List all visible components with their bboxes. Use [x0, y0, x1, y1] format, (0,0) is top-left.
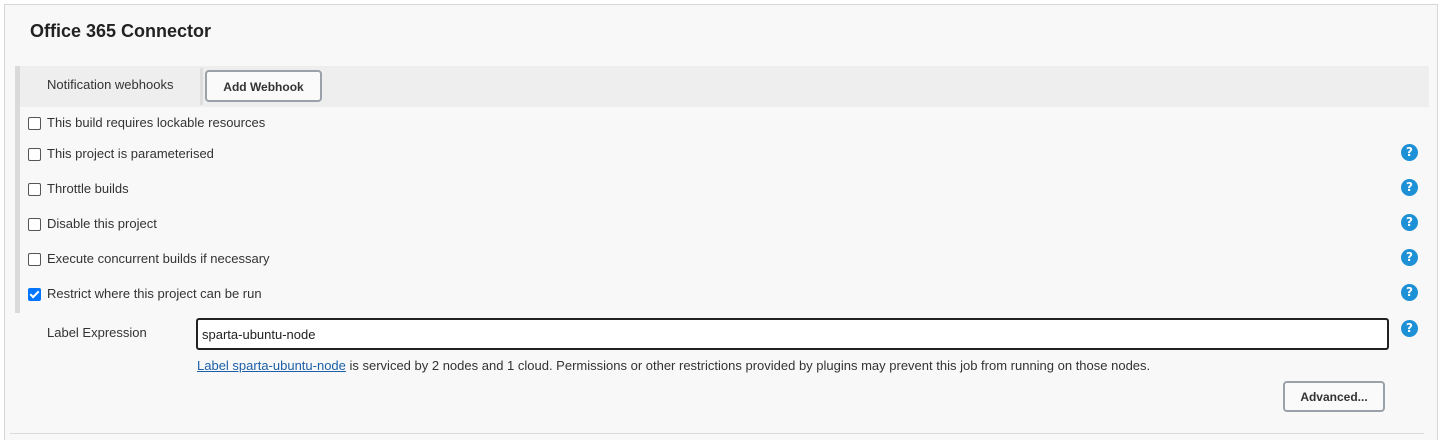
bar-separator: [200, 68, 203, 105]
notification-webhooks-bar: Notification webhooks Add Webhook: [15, 66, 1429, 107]
disable-project-checkbox[interactable]: [28, 218, 41, 231]
help-icon[interactable]: ?: [1401, 320, 1418, 337]
restrict-where-run-checkbox[interactable]: [28, 288, 41, 301]
section-title: Office 365 Connector: [30, 21, 212, 41]
concurrent-builds-checkbox[interactable]: [28, 253, 41, 266]
lockable-resources-checkbox[interactable]: [28, 117, 41, 130]
option-label: This project is parameterised: [47, 146, 214, 161]
option-label: Execute concurrent builds if necessary: [47, 251, 270, 266]
options-left-edge: [15, 107, 20, 313]
section-divider: [10, 433, 1424, 434]
label-expression-label: Label Expression: [47, 325, 147, 340]
label-info-line: Label sparta-ubuntu-node is serviced by …: [197, 358, 1150, 373]
label-info-text: is serviced by 2 nodes and 1 cloud. Perm…: [345, 358, 1151, 373]
help-icon[interactable]: ?: [1401, 249, 1418, 266]
option-label: This build requires lockable resources: [47, 115, 266, 130]
option-label: Disable this project: [47, 216, 157, 231]
help-icon[interactable]: ?: [1401, 214, 1418, 231]
help-icon[interactable]: ?: [1401, 179, 1418, 196]
help-icon[interactable]: ?: [1401, 284, 1418, 301]
label-expression-input[interactable]: [196, 318, 1389, 350]
parameterised-checkbox[interactable]: [28, 148, 41, 161]
option-label: Throttle builds: [47, 181, 129, 196]
bar-edge: [15, 66, 20, 107]
label-link[interactable]: Label sparta-ubuntu-node: [197, 358, 346, 373]
option-label: Restrict where this project can be run: [47, 286, 262, 301]
throttle-builds-checkbox[interactable]: [28, 183, 41, 196]
help-icon[interactable]: ?: [1401, 144, 1418, 161]
advanced-button[interactable]: Advanced...: [1283, 381, 1385, 412]
add-webhook-button[interactable]: Add Webhook: [205, 70, 322, 102]
notification-webhooks-label: Notification webhooks: [47, 77, 174, 92]
